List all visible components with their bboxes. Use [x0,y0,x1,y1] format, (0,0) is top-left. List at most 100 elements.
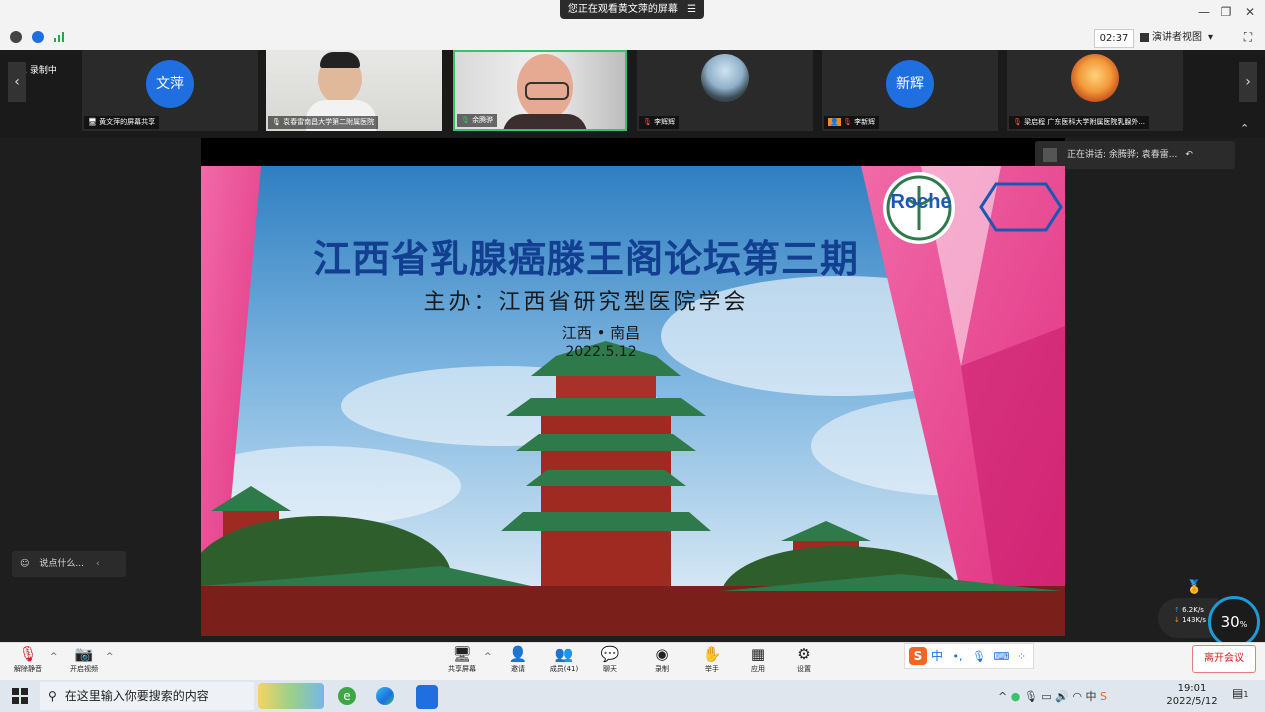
speaking-indicator: 正在讲话: 余腾骅; 袁春雷... ↶ [1035,141,1235,169]
signal-strength-icon[interactable] [54,32,66,42]
minimize-button[interactable]: — [1196,4,1212,20]
screen-share-icon: 🖥 [88,118,100,126]
participant-tile[interactable]: 🎙 袁春雷南昌大学第二附属医院 [266,50,442,131]
battery-icon[interactable]: ▭ [1041,690,1051,703]
share-options-chevron-icon[interactable]: ^ [484,652,492,662]
chat-placeholder: 说点什么... [39,559,84,569]
microphone-muted-icon: 🎙 [18,645,38,663]
hand-icon: ✋ [702,645,722,663]
tencent-meeting-taskbar-icon[interactable] [416,685,438,709]
chat-quick-input[interactable]: ☺ 说点什么... ‹ [12,551,126,577]
avatar: 新辉 [886,60,934,108]
slide-title: 江西省乳腺癌滕王阁论坛第三期 [312,237,859,281]
browser-360-icon[interactable]: e [338,687,356,705]
speaker-avatar-icon [1043,147,1057,162]
edge-browser-icon[interactable] [376,687,394,705]
input-method-toolbar[interactable]: S中 •, 🎙 ⌨ ⁘ [904,643,1034,669]
record-button[interactable]: ◉ 录制 [640,644,684,678]
participant-name: 🎙 袁春雷南昌大学第二附属医院 [268,116,379,129]
notification-center-button[interactable]: ▤1 [1232,686,1248,700]
collapse-strip-icon[interactable]: ⌃ [1240,122,1249,135]
taskbar-widget-banner[interactable] [258,683,324,709]
speaking-text: 正在讲话: 余腾骅; 袁春雷... [1067,150,1178,160]
participant-name: 🖥 黄文萍的屏幕共享 [84,116,160,129]
sogou-tray-icon[interactable]: S [1100,690,1107,703]
video-button[interactable]: 📷 开启视频 [62,644,106,678]
add-user-icon: 👤 [508,645,528,663]
tray-app-icon[interactable]: ● [1011,690,1021,703]
keyboard-icon[interactable]: ⌨ [993,650,1009,663]
settings-button[interactable]: ⚙ 设置 [782,644,826,678]
punctuation-icon[interactable]: •, [953,650,963,663]
audio-options-chevron-icon[interactable]: ^ [50,652,58,662]
slide-top-bar [201,138,1065,166]
security-shield-icon[interactable] [32,31,44,43]
members-button[interactable]: 👥 成员(41) [542,644,586,678]
view-mode-dropdown[interactable]: 演讲者视图 ▾ [1140,29,1230,46]
members-icon: 👥 [554,645,574,663]
strip-prev-button[interactable]: ‹ [8,62,26,102]
system-tray[interactable]: ^ ● 🎙 ▭ 🔊 ◠ 中 S [998,688,1107,704]
search-icon: ⚲ [48,689,57,703]
meeting-controls [0,642,1265,681]
microphone-muted-icon: 🎙 [1013,118,1025,126]
wifi-icon[interactable]: ◠ [1072,690,1082,703]
close-button[interactable]: ✕ [1242,4,1258,20]
record-icon: ◉ [655,645,669,663]
participant-tile[interactable]: 文萍 🖥 黄文萍的屏幕共享 [82,50,258,131]
fullscreen-icon[interactable]: ⛶ [1240,30,1256,46]
participant-name: 🎙 余腾骅 [457,114,498,127]
show-hidden-icons-icon[interactable]: ^ [998,690,1007,703]
language-icon[interactable]: 中 [1086,690,1097,703]
volume-icon[interactable]: 🔊 [1055,690,1069,703]
restore-button[interactable]: ❐ [1218,4,1234,20]
voice-input-icon[interactable]: 🎙 [972,650,986,663]
clock-date: 2022/5/12 [1166,696,1218,707]
participant-tile[interactable]: 新辉 👤 🎙 李新辉 [822,50,998,131]
view-mode-label: 演讲者视图 [1152,32,1202,43]
mute-button[interactable]: 🎙 解除静音 [6,644,50,678]
profile-photo [1071,54,1119,102]
search-placeholder: 在这里输入你要搜索的内容 [64,689,209,703]
chevron-left-icon[interactable]: ‹ [96,559,100,569]
info-icon[interactable] [10,31,22,43]
gauge-value: 30 [1220,613,1240,631]
participant-tile[interactable]: 🎙 李辉辉 [637,50,813,131]
screen-share-banner[interactable]: 您正在观看黄文萍的屏幕 ☰ [560,0,704,19]
participant-tile-active-speaker[interactable]: 🎙 余腾骅 [453,50,627,131]
apps-grid-icon: ▦ [750,645,766,663]
raise-hand-button[interactable]: ✋ 举手 [690,644,734,678]
collapse-icon[interactable]: ↶ [1185,150,1193,160]
grid-icon [1140,32,1149,42]
download-arrow-icon: ↓ [1174,616,1180,624]
windows-start-icon[interactable] [12,688,28,704]
taskbar-search-box[interactable]: ⚲ 在这里输入你要搜索的内容 [40,682,254,710]
taskbar-clock[interactable]: 19:01 2022/5/12 [1162,682,1222,708]
profile-photo [701,54,749,102]
strip-next-button[interactable]: › [1239,62,1257,102]
participant-name: 👤 🎙 李新辉 [824,116,880,129]
recording-label: 录制中 [29,66,57,76]
gear-icon: ⚙ [797,645,811,663]
meeting-toolbar [0,26,1265,51]
meeting-timer: 02:37 [1094,29,1134,48]
emoji-icon[interactable]: ☺ [20,559,29,569]
ime-menu-icon[interactable]: ⁘ [1017,650,1026,663]
microphone-icon[interactable]: 🎙 [1024,690,1038,703]
chat-button[interactable]: 💬 聊天 [588,644,632,678]
sogou-logo-icon: S [909,647,927,665]
apps-button[interactable]: ▦ 应用 [736,644,780,678]
chat-icon: 💬 [600,645,620,663]
slide-location: 江西 • 南昌 [561,324,641,342]
upload-speed: 6.2K/s [1182,606,1204,614]
usage-gauge[interactable]: 30% [1208,596,1260,648]
gauge-unit: % [1239,620,1248,629]
leave-meeting-button[interactable]: 离开会议 [1192,645,1256,673]
ime-mode[interactable]: 中 [931,649,943,663]
participant-tile[interactable]: 🎙 梁启程 广东医科大学附属医院乳腺外... [1007,50,1183,131]
invite-button[interactable]: 👤 邀请 [496,644,540,678]
notification-icon: ▤ [1232,686,1244,700]
video-options-chevron-icon[interactable]: ^ [106,652,114,662]
share-screen-button[interactable]: 🖥 共享屏幕 [440,644,484,678]
banner-menu-icon[interactable]: ☰ [687,4,696,15]
